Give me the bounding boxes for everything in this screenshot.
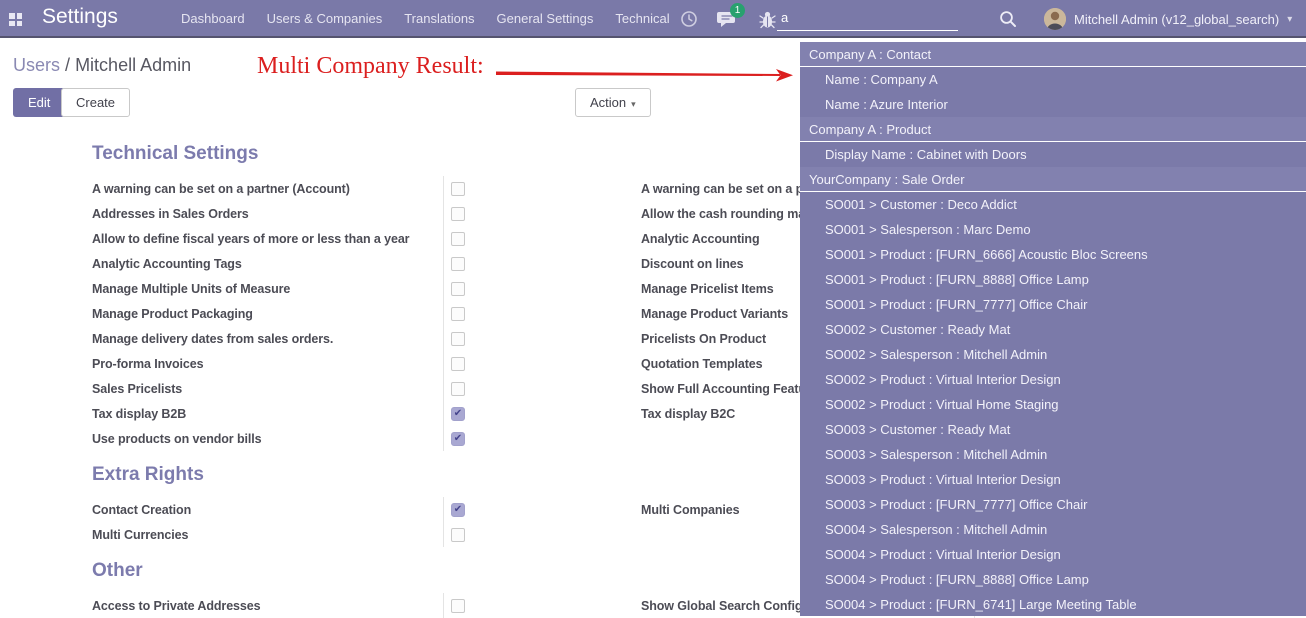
global-search-field (777, 7, 958, 31)
checkbox-cell: ✔ (443, 497, 467, 522)
search-result-item[interactable]: SO001 > Customer : Deco Addict (800, 192, 1306, 217)
checkbox-cell (443, 351, 467, 376)
checkbox[interactable] (451, 282, 465, 296)
checkbox-cell (443, 301, 467, 326)
checkbox[interactable]: ✔ (451, 432, 465, 446)
search-result-item[interactable]: SO002 > Product : Virtual Home Staging (800, 392, 1306, 417)
search-result-item[interactable]: Name : Azure Interior (800, 92, 1306, 117)
breadcrumb-users-link[interactable]: Users (13, 55, 60, 75)
checkbox-cell (443, 226, 467, 251)
checkbox[interactable] (451, 182, 465, 196)
checkbox[interactable] (451, 232, 465, 246)
global-search-results-dropdown: Company A : ContactName : Company AName … (800, 42, 1306, 616)
checkbox-cell: ✔ (443, 401, 467, 426)
search-result-item[interactable]: Name : Company A (800, 67, 1306, 92)
search-result-item[interactable]: SO003 > Product : Virtual Interior Desig… (800, 467, 1306, 492)
checkbox[interactable] (451, 357, 465, 371)
checkbox-cell (443, 201, 467, 226)
chevron-down-icon: ▾ (631, 99, 636, 109)
checkbox[interactable]: ✔ (451, 407, 465, 421)
search-result-group-header: Company A : Product (800, 117, 1306, 142)
checkbox-cell (443, 326, 467, 351)
setting-label: Contact Creation (92, 503, 443, 517)
message-count-badge: 1 (730, 3, 745, 18)
checkbox[interactable]: ✔ (451, 503, 465, 517)
checkbox[interactable] (451, 207, 465, 221)
top-navbar: Settings DashboardUsers & CompaniesTrans… (0, 0, 1306, 38)
setting-label: Addresses in Sales Orders (92, 207, 443, 221)
setting-label: A warning can be set on a partner (Accou… (92, 182, 443, 196)
search-result-item[interactable]: SO004 > Salesperson : Mitchell Admin (800, 517, 1306, 542)
search-result-item[interactable]: SO001 > Salesperson : Marc Demo (800, 217, 1306, 242)
search-result-item[interactable]: SO002 > Product : Virtual Interior Desig… (800, 367, 1306, 392)
search-result-item[interactable]: SO002 > Salesperson : Mitchell Admin (800, 342, 1306, 367)
search-result-item[interactable]: SO001 > Product : [FURN_8888] Office Lam… (800, 267, 1306, 292)
breadcrumb-current: Mitchell Admin (75, 55, 191, 75)
bug-icon[interactable] (756, 8, 778, 30)
menu-item-translations[interactable]: Translations (393, 0, 485, 38)
checkbox[interactable] (451, 528, 465, 542)
checkbox[interactable] (451, 332, 465, 346)
checkbox-cell (443, 251, 467, 276)
setting-label: Use products on vendor bills (92, 432, 443, 446)
user-menu[interactable]: Mitchell Admin (v12_global_search) ▾ (1044, 0, 1292, 38)
search-result-item[interactable]: SO003 > Customer : Ready Mat (800, 417, 1306, 442)
search-result-item[interactable]: SO002 > Customer : Ready Mat (800, 317, 1306, 342)
setting-label: Manage Product Packaging (92, 307, 443, 321)
checkbox-cell (443, 176, 467, 201)
checkbox-cell (443, 522, 467, 547)
search-result-item[interactable]: SO001 > Product : [FURN_7777] Office Cha… (800, 292, 1306, 317)
search-result-item[interactable]: SO004 > Product : [FURN_6741] Large Meet… (800, 592, 1306, 616)
checkbox[interactable] (451, 307, 465, 321)
user-avatar (1044, 8, 1066, 30)
user-name: Mitchell Admin (v12_global_search) (1074, 12, 1279, 27)
checkbox-cell (443, 593, 467, 618)
menu-item-dashboard[interactable]: Dashboard (170, 0, 256, 38)
search-result-item[interactable]: SO001 > Product : [FURN_6666] Acoustic B… (800, 242, 1306, 267)
search-result-item[interactable]: SO003 > Salesperson : Mitchell Admin (800, 442, 1306, 467)
search-result-item[interactable]: SO004 > Product : [FURN_8888] Office Lam… (800, 567, 1306, 592)
action-dropdown-button[interactable]: Action▾ (575, 88, 651, 117)
breadcrumb-separator: / (65, 55, 75, 75)
annotation-arrow (488, 58, 808, 90)
setting-label: Allow to define fiscal years of more or … (92, 232, 443, 246)
apps-menu-icon[interactable] (9, 13, 22, 26)
setting-label: Access to Private Addresses (92, 599, 443, 613)
setting-label: Pro-forma Invoices (92, 357, 443, 371)
breadcrumb: Users / Mitchell Admin (13, 55, 191, 76)
edit-button[interactable]: Edit (13, 88, 65, 117)
search-result-item[interactable]: SO003 > Product : [FURN_7777] Office Cha… (800, 492, 1306, 517)
global-search-input[interactable] (777, 7, 958, 31)
search-icon[interactable] (999, 10, 1017, 33)
checkbox-cell: ✔ (443, 426, 467, 451)
setting-label: Multi Currencies (92, 528, 443, 542)
systray: 1 (678, 0, 778, 38)
chevron-down-icon: ▾ (1287, 14, 1292, 25)
create-button[interactable]: Create (61, 88, 130, 117)
search-result-item[interactable]: SO004 > Product : Virtual Interior Desig… (800, 542, 1306, 567)
setting-label: Analytic Accounting Tags (92, 257, 443, 271)
search-result-group-header: Company A : Contact (800, 42, 1306, 67)
top-menu: DashboardUsers & CompaniesTranslationsGe… (170, 0, 681, 38)
checkbox-cell (443, 376, 467, 401)
setting-label: Sales Pricelists (92, 382, 443, 396)
checkbox[interactable] (451, 257, 465, 271)
search-result-group-header: YourCompany : Sale Order (800, 167, 1306, 192)
setting-label: Manage delivery dates from sales orders. (92, 332, 443, 346)
messages-chat-icon[interactable]: 1 (717, 8, 739, 30)
activities-clock-icon[interactable] (678, 8, 700, 30)
checkbox[interactable] (451, 382, 465, 396)
menu-item-general-settings[interactable]: General Settings (486, 0, 605, 38)
checkbox-cell (443, 276, 467, 301)
app-title[interactable]: Settings (42, 5, 118, 29)
setting-label: Tax display B2B (92, 407, 443, 421)
setting-label: Manage Multiple Units of Measure (92, 282, 443, 296)
menu-item-technical[interactable]: Technical (604, 0, 680, 38)
search-result-item[interactable]: Display Name : Cabinet with Doors (800, 142, 1306, 167)
menu-item-users-companies[interactable]: Users & Companies (256, 0, 394, 38)
annotation-label: Multi Company Result: (257, 53, 484, 80)
checkbox[interactable] (451, 599, 465, 613)
